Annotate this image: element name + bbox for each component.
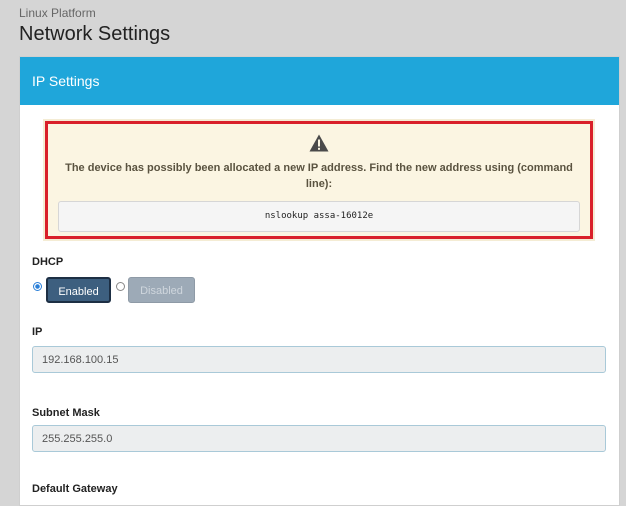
dhcp-disabled-button[interactable]: Disabled xyxy=(128,277,195,303)
dhcp-label: DHCP xyxy=(32,256,64,268)
subnet-mask-field[interactable] xyxy=(32,425,606,452)
ip-field[interactable] xyxy=(32,346,606,373)
page-title: Network Settings xyxy=(19,23,171,45)
warning-icon xyxy=(309,134,329,152)
dhcp-enabled-button[interactable]: Enabled xyxy=(46,277,111,303)
subnet-mask-label: Subnet Mask xyxy=(32,407,100,419)
dhcp-disabled-radio[interactable] xyxy=(116,282,125,291)
ip-settings-panel: IP Settings The device has possibly been… xyxy=(19,56,620,506)
ip-label: IP xyxy=(32,326,43,338)
page-header: Linux Platform Network Settings xyxy=(19,6,170,47)
dhcp-enabled-radio[interactable] xyxy=(33,282,42,291)
default-gateway-label: Default Gateway xyxy=(32,483,118,495)
alert-message: The device has possibly been allocated a… xyxy=(65,162,573,190)
panel-heading: IP Settings xyxy=(20,57,619,105)
ip-change-alert: The device has possibly been allocated a… xyxy=(45,121,593,239)
command-box[interactable]: nslookup assa-16012e xyxy=(58,201,580,232)
breadcrumb: Linux Platform xyxy=(19,6,96,20)
